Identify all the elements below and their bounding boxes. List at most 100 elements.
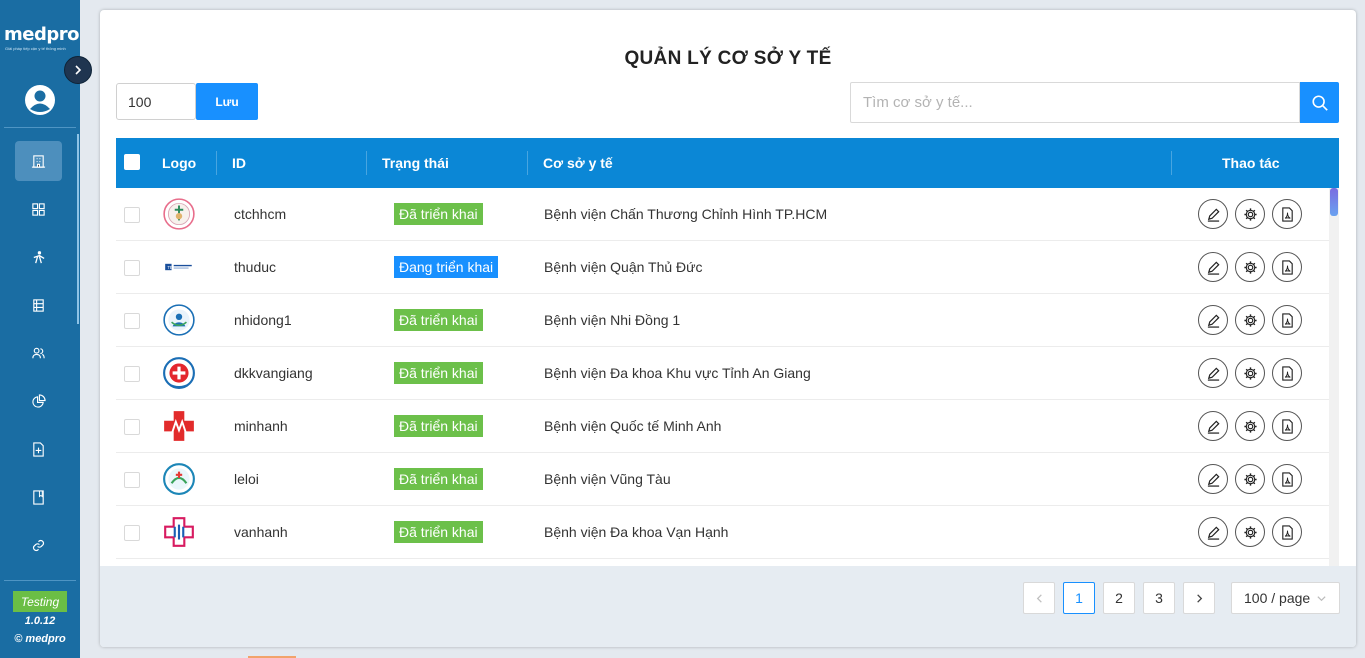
settings-button[interactable] bbox=[1235, 411, 1265, 441]
sidebar-toggle-button[interactable] bbox=[64, 56, 92, 84]
page-button[interactable]: 3 bbox=[1143, 582, 1175, 614]
user-avatar-icon[interactable] bbox=[24, 84, 56, 116]
chevron-down-icon bbox=[1317, 596, 1326, 602]
settings-button[interactable] bbox=[1235, 358, 1265, 388]
brand-logo[interactable]: medpro bbox=[4, 24, 79, 45]
header-divider bbox=[1171, 151, 1172, 175]
sidebar-item-book[interactable] bbox=[15, 477, 62, 517]
document-button[interactable] bbox=[1272, 305, 1302, 335]
document-button[interactable] bbox=[1272, 358, 1302, 388]
settings-button[interactable] bbox=[1235, 464, 1265, 494]
edit-icon bbox=[1207, 366, 1220, 381]
select-all-checkbox[interactable] bbox=[124, 154, 140, 170]
prev-page-button[interactable] bbox=[1023, 582, 1055, 614]
facility-name: Bệnh viện Vũng Tàu bbox=[544, 471, 671, 487]
row-actions bbox=[1198, 241, 1309, 293]
table-row: ctchhcm Đã triển khai Bệnh viện Chấn Thươn… bbox=[116, 188, 1329, 241]
row-actions bbox=[1198, 347, 1309, 399]
sidebar-item-file-add[interactable] bbox=[15, 429, 62, 469]
row-actions bbox=[1198, 453, 1309, 505]
row-checkbox[interactable] bbox=[124, 419, 140, 435]
book-icon bbox=[33, 489, 44, 505]
document-button[interactable] bbox=[1272, 517, 1302, 547]
edit-button[interactable] bbox=[1198, 464, 1228, 494]
gear-icon bbox=[1243, 525, 1257, 539]
search-input[interactable] bbox=[850, 82, 1300, 123]
page-button[interactable]: 1 bbox=[1063, 582, 1095, 614]
row-checkbox[interactable] bbox=[124, 366, 140, 382]
pdf-file-icon bbox=[1281, 206, 1293, 222]
document-button[interactable] bbox=[1272, 464, 1302, 494]
gear-icon bbox=[1243, 366, 1257, 380]
sidebar-item-list[interactable] bbox=[15, 285, 62, 325]
edit-button[interactable] bbox=[1198, 517, 1228, 547]
row-checkbox[interactable] bbox=[124, 260, 140, 276]
document-button[interactable] bbox=[1272, 411, 1302, 441]
sidebar-item-building[interactable] bbox=[15, 141, 62, 181]
file-add-icon bbox=[33, 441, 44, 457]
search-button[interactable] bbox=[1300, 82, 1339, 123]
settings-button[interactable] bbox=[1235, 305, 1265, 335]
page-size-select[interactable]: 100 / page bbox=[1231, 582, 1340, 614]
main-card: QUẢN LÝ CƠ SỞ Y TẾ Lưu Logo ID Trạng thá… bbox=[100, 10, 1356, 647]
table-header: Logo ID Trạng thái Cơ sở y tế Thao tác bbox=[116, 138, 1329, 188]
status-badge: Đã triển khai bbox=[394, 203, 483, 225]
edit-icon bbox=[1207, 472, 1220, 487]
sidebar-item-pie-chart[interactable] bbox=[15, 381, 62, 421]
edit-button[interactable] bbox=[1198, 411, 1228, 441]
scrollbar-thumb[interactable] bbox=[1330, 188, 1338, 216]
facility-logo bbox=[162, 294, 196, 346]
sidebar-divider bbox=[4, 580, 76, 581]
table-row: leloi Đã triển khai Bệnh viện Vũng Tàu bbox=[116, 453, 1329, 506]
row-checkbox[interactable] bbox=[124, 313, 140, 329]
edit-button[interactable] bbox=[1198, 199, 1228, 229]
facility-table: Logo ID Trạng thái Cơ sở y tế Thao tác c… bbox=[116, 138, 1339, 566]
settings-button[interactable] bbox=[1235, 199, 1265, 229]
minhanh-logo bbox=[164, 411, 194, 441]
status-badge: Đang triển khai bbox=[394, 256, 499, 278]
header-divider bbox=[366, 151, 367, 175]
page-button[interactable]: 2 bbox=[1103, 582, 1135, 614]
pdf-file-icon bbox=[1281, 365, 1293, 381]
status-badge: Đã triển khai bbox=[394, 362, 483, 384]
row-checkbox[interactable] bbox=[124, 472, 140, 488]
gear-icon bbox=[1243, 313, 1257, 327]
pdf-file-icon bbox=[1281, 259, 1293, 275]
settings-button[interactable] bbox=[1235, 252, 1265, 282]
gear-icon bbox=[1243, 419, 1257, 433]
sidebar-item-grid[interactable] bbox=[15, 189, 62, 229]
sidebar-item-link[interactable] bbox=[15, 525, 62, 565]
facility-name: Bệnh viện Đa khoa Vạn Hạnh bbox=[544, 524, 729, 540]
sidebar-item-hierarchy[interactable] bbox=[15, 237, 62, 277]
header-actions: Thao tác bbox=[1222, 155, 1280, 171]
document-button[interactable] bbox=[1272, 199, 1302, 229]
page-title: QUẢN LÝ CƠ SỞ Y TẾ bbox=[624, 48, 832, 69]
facility-id: vanhanh bbox=[234, 524, 288, 540]
facility-id: minhanh bbox=[234, 418, 288, 434]
facility-logo: TĐ bbox=[162, 241, 196, 293]
facility-name: Bệnh viện Đa khoa Khu vực Tỉnh An Giang bbox=[544, 365, 811, 381]
header-divider bbox=[216, 151, 217, 175]
row-checkbox[interactable] bbox=[124, 207, 140, 223]
edit-button[interactable] bbox=[1198, 252, 1228, 282]
facility-id: dkkvangiang bbox=[234, 365, 313, 381]
limit-input[interactable] bbox=[116, 83, 196, 120]
edit-icon bbox=[1207, 313, 1220, 328]
edit-icon bbox=[1207, 260, 1220, 275]
sidebar-item-users[interactable] bbox=[15, 333, 62, 373]
row-checkbox[interactable] bbox=[124, 525, 140, 541]
sidebar-scrollbar[interactable] bbox=[77, 134, 79, 324]
edit-button[interactable] bbox=[1198, 358, 1228, 388]
document-button[interactable] bbox=[1272, 252, 1302, 282]
settings-button[interactable] bbox=[1235, 517, 1265, 547]
users-icon bbox=[32, 347, 45, 358]
edit-button[interactable] bbox=[1198, 305, 1228, 335]
status-badge: Đã triển khai bbox=[394, 468, 483, 490]
sidebar: medpro Giải pháp tiếp cận y tế thông min… bbox=[0, 0, 80, 658]
table-scrollbar[interactable] bbox=[1329, 138, 1339, 566]
pdf-file-icon bbox=[1281, 418, 1293, 434]
leloi-logo bbox=[163, 463, 195, 495]
pie-chart-icon bbox=[32, 393, 46, 408]
next-page-button[interactable] bbox=[1183, 582, 1215, 614]
save-button[interactable]: Lưu bbox=[196, 83, 258, 120]
